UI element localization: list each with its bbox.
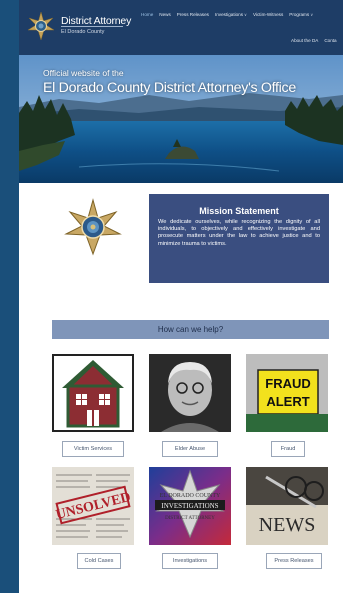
page: District Attorney El Dorado County Home … bbox=[19, 0, 343, 593]
nav-item-programs[interactable]: Programs∨ bbox=[289, 12, 313, 17]
investigations-badge-line-3: DISTRICT ATTORNEY bbox=[165, 516, 215, 521]
cold-cases-button[interactable]: Cold Cases bbox=[77, 553, 121, 569]
cold-cases-image[interactable]: UNSOLVED bbox=[52, 467, 134, 545]
nav-item-investigations-label: Investigations bbox=[214, 12, 244, 17]
fraud-sign-line-1: FRAUD bbox=[265, 376, 311, 391]
elder-abuse-image[interactable] bbox=[149, 354, 231, 432]
victim-services-image[interactable] bbox=[52, 354, 134, 432]
newspaper-unsolved: UNSOLVED bbox=[52, 467, 134, 545]
fraud-sign-line-2: ALERT bbox=[266, 394, 309, 409]
da-badge-emblem bbox=[64, 198, 122, 256]
news-text: NEWS bbox=[259, 514, 316, 536]
nav-item-programs-label: Programs bbox=[289, 12, 310, 17]
nav-item-news[interactable]: News bbox=[159, 12, 171, 17]
news-typewriter: NEWS bbox=[246, 467, 328, 545]
da-badge-logo[interactable] bbox=[26, 11, 56, 41]
mission-statement-box: Mission Statement We dedicate ourselves,… bbox=[149, 194, 329, 283]
investigations-button[interactable]: Investigations bbox=[162, 553, 218, 569]
hero-pretitle: Official website of the bbox=[43, 68, 124, 78]
elder-abuse-button[interactable]: Elder Abuse bbox=[162, 441, 218, 457]
hero-title: El Dorado County District Attorney's Off… bbox=[43, 80, 296, 96]
press-releases-image[interactable]: NEWS bbox=[246, 467, 328, 545]
nav-item-about-da[interactable]: About the DA bbox=[291, 38, 318, 43]
mission-heading: Mission Statement bbox=[199, 206, 279, 216]
nav-item-contact[interactable]: Conta bbox=[324, 38, 336, 43]
chevron-down-icon: ∨ bbox=[310, 12, 314, 17]
mission-body: We dedicate ourselves, while recognizing… bbox=[158, 219, 320, 247]
victim-services-button[interactable]: Victim Services bbox=[62, 441, 124, 457]
fraud-image[interactable]: FRAUD ALERT bbox=[246, 354, 328, 432]
nav-item-home[interactable]: Home bbox=[141, 12, 153, 17]
fraud-alert-sign: FRAUD ALERT bbox=[246, 354, 328, 432]
site-subtitle: El Dorado County bbox=[61, 29, 105, 35]
help-heading-bar: How can we help? bbox=[52, 320, 329, 339]
investigations-badge: EL DORADO COUNTY INVESTIGATIONS DISTRICT… bbox=[149, 467, 231, 545]
chevron-down-icon: ∨ bbox=[244, 12, 247, 17]
hero-banner: Official website of the El Dorado County… bbox=[19, 55, 343, 183]
press-releases-button[interactable]: Press Releases bbox=[266, 553, 322, 569]
fraud-button[interactable]: Fraud bbox=[271, 441, 305, 457]
house-icon bbox=[62, 360, 124, 428]
title-divider bbox=[61, 26, 123, 27]
nav-item-press-releases[interactable]: Press Releases bbox=[177, 12, 209, 17]
nav-item-victim-witness[interactable]: Victim-Witness bbox=[253, 12, 283, 17]
site-header: District Attorney El Dorado County Home … bbox=[19, 0, 343, 55]
main-nav: Home News Press Releases Investigations∨… bbox=[141, 12, 313, 17]
elder-photo bbox=[149, 354, 231, 432]
investigations-badge-line-1: EL DORADO COUNTY bbox=[160, 493, 221, 499]
investigations-image[interactable]: EL DORADO COUNTY INVESTIGATIONS DISTRICT… bbox=[149, 467, 231, 545]
investigations-badge-line-2: INVESTIGATIONS bbox=[161, 502, 218, 510]
secondary-nav: About the DA Conta bbox=[291, 38, 337, 43]
nav-item-investigations[interactable]: Investigations∨ bbox=[215, 12, 247, 17]
